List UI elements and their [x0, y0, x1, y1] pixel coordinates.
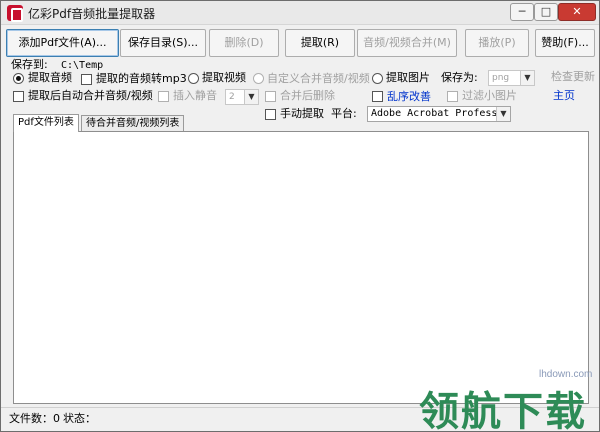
site-watermark: lhdown.com 领航下载 — [419, 369, 597, 432]
shuffle-label[interactable]: 乱序改善 — [387, 90, 431, 104]
file-count: 文件数：0 — [9, 412, 60, 425]
window-title: 亿彩Pdf音频批量提取器 — [28, 7, 156, 21]
delete-after-merge-label[interactable]: 合并后删除 — [280, 89, 335, 103]
custom-merge-radio[interactable] — [253, 73, 264, 84]
platform-label: 平台: — [331, 107, 357, 120]
chevron-down-icon: ▼ — [496, 107, 510, 121]
platform-select[interactable]: Adobe Acrobat Professional ▼ — [367, 106, 511, 122]
title-bar[interactable]: 亿彩Pdf音频批量提取器 ─ □ ✕ — [1, 1, 599, 25]
extract-image-radio[interactable] — [372, 73, 383, 84]
silence-seconds-select[interactable]: 2 ▼ — [225, 89, 259, 105]
check-update-link[interactable]: 检查更新 — [551, 70, 595, 84]
file-list-panel[interactable] — [13, 131, 589, 404]
extract-audio-label[interactable]: 提取音频 — [28, 71, 72, 85]
auto-merge-checkbox[interactable] — [13, 91, 24, 102]
delete-button[interactable]: 删除(D) — [209, 29, 279, 57]
tab-pdf-file-list[interactable]: Pdf文件列表 — [13, 114, 79, 132]
audio-to-mp3-checkbox[interactable] — [81, 74, 92, 85]
platform-value: Adobe Acrobat Professional — [371, 108, 510, 119]
insert-silence-checkbox[interactable] — [158, 91, 169, 102]
extract-video-label[interactable]: 提取视频 — [202, 71, 246, 85]
custom-merge-label[interactable]: 自定义合并音频/视频 — [267, 72, 370, 86]
chevron-down-icon: ▼ — [244, 90, 258, 104]
save-as-format-select[interactable]: png ▼ — [488, 70, 535, 86]
extract-button[interactable]: 提取(R) — [285, 29, 355, 57]
filter-small-images-label[interactable]: 过滤小图片 — [462, 89, 517, 103]
manual-extract-label[interactable]: 手动提取 — [280, 107, 324, 121]
app-window: 亿彩Pdf音频批量提取器 ─ □ ✕ 添加Pdf文件(A)... 保存目录(S)… — [0, 0, 600, 432]
tab-merge-list[interactable]: 待合并音频/视频列表 — [81, 115, 185, 132]
merge-audio-video-button[interactable]: 音频/视频合并(M) — [357, 29, 457, 57]
status-text: 状态： — [63, 412, 96, 425]
maximize-button[interactable]: □ — [534, 3, 558, 21]
manual-extract-checkbox[interactable] — [265, 109, 276, 120]
close-button[interactable]: ✕ — [558, 3, 596, 21]
insert-silence-label[interactable]: 插入静音 — [173, 89, 217, 103]
save-as-format-value: png — [492, 73, 510, 83]
silence-seconds-value: 2 — [229, 92, 235, 102]
save-as-label: 保存为: — [441, 71, 478, 84]
extract-image-label[interactable]: 提取图片 — [386, 71, 430, 85]
add-pdf-button[interactable]: 添加Pdf文件(A)... — [6, 29, 119, 57]
sponsor-button[interactable]: 赞助(F)... — [535, 29, 595, 57]
minimize-button[interactable]: ─ — [510, 3, 534, 21]
extract-video-radio[interactable] — [188, 73, 199, 84]
auto-merge-label[interactable]: 提取后自动合并音频/视频 — [28, 89, 153, 103]
extract-audio-radio[interactable] — [13, 73, 24, 84]
delete-after-merge-checkbox[interactable] — [265, 91, 276, 102]
filter-small-images-checkbox[interactable] — [447, 91, 458, 102]
play-button[interactable]: 播放(P) — [465, 29, 529, 57]
shuffle-checkbox[interactable] — [372, 91, 383, 102]
homepage-link[interactable]: 主页 — [553, 89, 575, 103]
save-directory-button[interactable]: 保存目录(S)... — [120, 29, 206, 57]
audio-to-mp3-label[interactable]: 提取的音频转mp3 — [96, 72, 187, 86]
watermark-logo-text: 领航下载 — [419, 389, 587, 432]
save-to-label: 保存到: — [11, 58, 48, 71]
chevron-down-icon: ▼ — [520, 71, 534, 85]
app-logo-icon — [7, 5, 23, 22]
